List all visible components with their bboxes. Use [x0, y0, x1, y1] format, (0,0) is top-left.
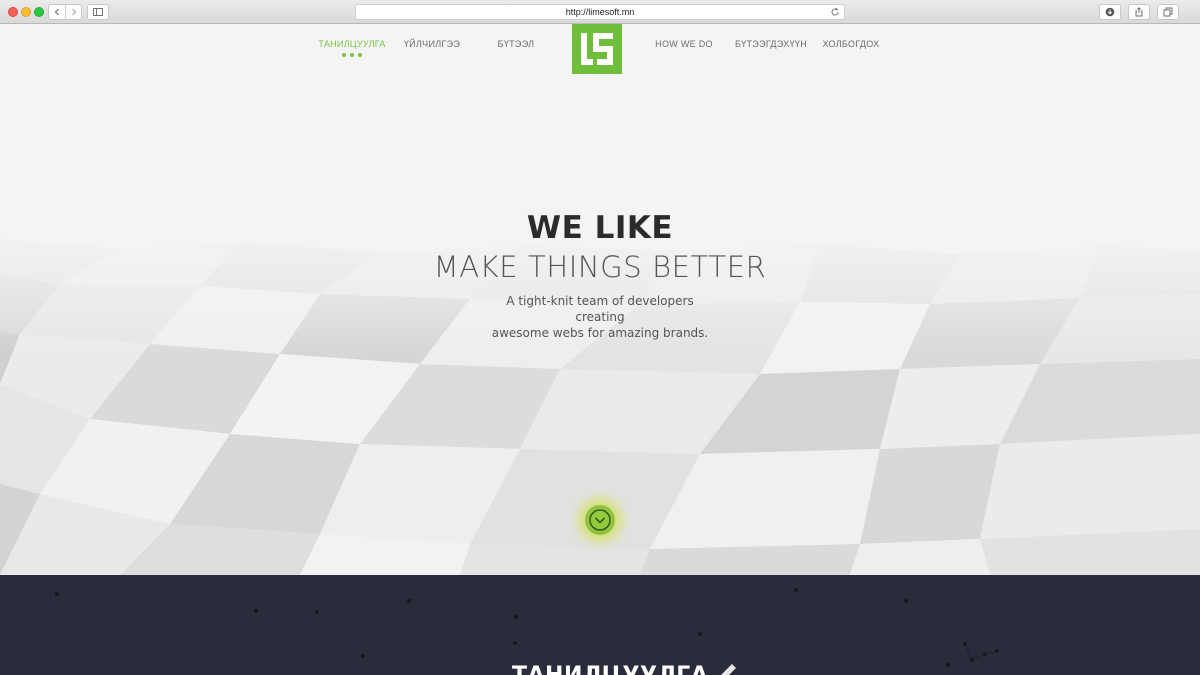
back-icon — [54, 8, 59, 16]
back-button[interactable] — [49, 5, 66, 19]
forward-button[interactable] — [66, 5, 82, 19]
close-window-button[interactable] — [8, 7, 18, 17]
nav-item-products[interactable]: БҮТЭЭГДЭХҮҮН — [735, 39, 807, 49]
section-title: ТАНИЛЦУУЛГА — [512, 663, 708, 675]
tagline-line-2: awesome webs for amazing brands. — [491, 326, 709, 340]
hero-tagline: A tight-knit team of developers creating… — [480, 293, 720, 341]
nav-item-works[interactable]: БҮТЭЭЛ — [498, 39, 535, 49]
nav-item-services[interactable]: ҮЙЛЧИЛГЭЭ — [404, 39, 460, 49]
particle-background — [55, 588, 999, 667]
forward-icon — [72, 8, 77, 16]
limesoft-logo-icon — [581, 33, 613, 65]
maximize-window-button[interactable] — [34, 7, 44, 17]
active-indicator-dots — [342, 53, 362, 57]
reload-icon[interactable] — [830, 7, 840, 17]
hero-subheadline: MAKE THINGS BETTER — [433, 250, 767, 284]
main-navigation: ТАНИЛЦУУЛГА ҮЙЛЧИЛГЭЭ БҮТЭЭЛ HOW WE DO Б… — [0, 24, 1200, 84]
browser-toolbar: http://limesoft.mn — [0, 0, 1200, 24]
share-button[interactable] — [1128, 4, 1150, 20]
sidebar-toggle-button[interactable] — [87, 4, 109, 20]
downloads-button[interactable] — [1099, 4, 1121, 20]
chevron-down-icon — [589, 509, 611, 531]
minimize-window-button[interactable] — [21, 7, 31, 17]
history-nav-group — [48, 4, 82, 20]
tagline-line-1: A tight-knit team of developers creating — [506, 294, 694, 324]
address-bar[interactable]: http://limesoft.mn — [355, 4, 845, 20]
sidebar-icon — [93, 8, 103, 16]
scroll-down-button[interactable] — [585, 505, 615, 535]
site-logo[interactable] — [572, 24, 622, 74]
nav-item-contact[interactable]: ХОЛБОГДОХ — [823, 39, 880, 49]
show-tabs-button[interactable] — [1157, 4, 1179, 20]
intro-section: ТАНИЛЦУУЛГА — [0, 575, 1200, 675]
nav-item-how-we-do[interactable]: HOW WE DO — [655, 39, 713, 49]
share-icon — [1135, 7, 1143, 17]
nav-item-intro[interactable]: ТАНИЛЦУУЛГА — [318, 39, 385, 49]
download-icon — [1105, 7, 1115, 17]
hero-section: ТАНИЛЦУУЛГА ҮЙЛЧИЛГЭЭ БҮТЭЭЛ HOW WE DO Б… — [0, 24, 1200, 575]
hero-headline: WE LIKE — [526, 210, 674, 246]
pencil-icon — [721, 664, 736, 675]
url-text: http://limesoft.mn — [565, 7, 635, 17]
tabs-icon — [1163, 7, 1173, 17]
